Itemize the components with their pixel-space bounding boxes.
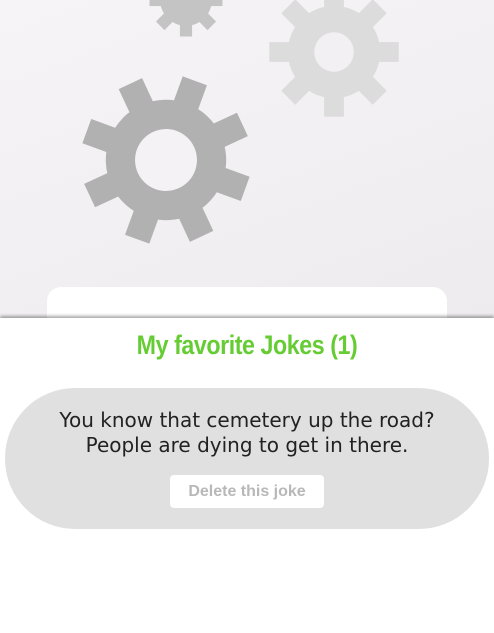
favorites-title: My favorite Jokes (1) [136,330,358,360]
joke-text: You know that cemetery up the road? Peop… [59,408,435,457]
favorite-joke-card: You know that cemetery up the road? Peop… [5,388,489,529]
background-area [0,0,494,320]
delete-joke-button[interactable]: Delete this joke [170,475,324,508]
gear-icon [269,0,399,117]
favorites-panel: My favorite Jokes (1) You know that ceme… [0,318,494,633]
gear-icon [149,0,223,37]
app-screen: My favorite Jokes (1) You know that ceme… [0,0,494,633]
gear-icon [82,76,250,244]
